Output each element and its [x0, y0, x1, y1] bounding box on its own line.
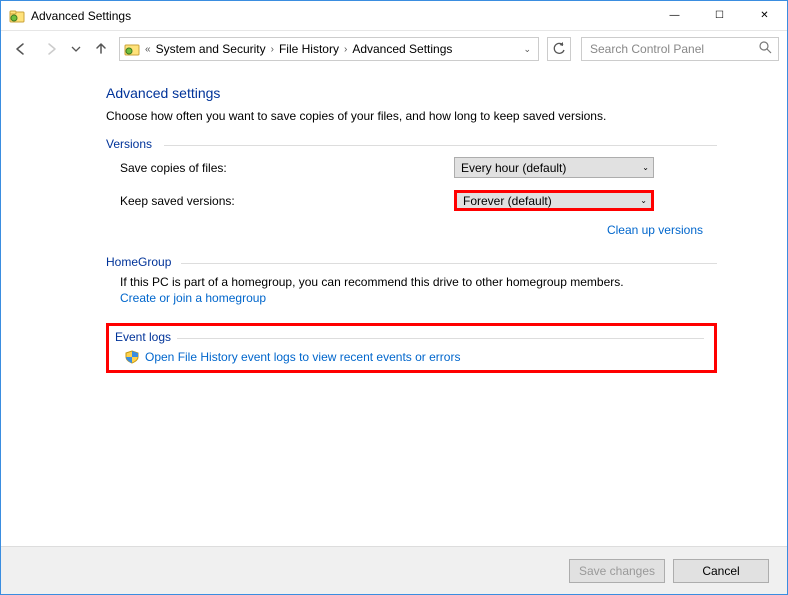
chevron-down-icon: ⌄ — [642, 163, 649, 172]
breadcrumb-segment[interactable]: System and Security — [156, 42, 266, 56]
chevron-right-icon: › — [271, 44, 274, 55]
chevron-left-icon: « — [145, 44, 151, 55]
chevron-right-icon: › — [344, 44, 347, 55]
breadcrumb-segment[interactable]: Advanced Settings — [352, 42, 452, 56]
search-input[interactable] — [588, 41, 772, 57]
breadcrumb-segment[interactable]: File History — [279, 42, 339, 56]
keep-versions-value: Forever (default) — [463, 194, 552, 208]
open-event-logs-link[interactable]: Open File History event logs to view rec… — [145, 350, 460, 364]
event-logs-group: Event logs Open File History event logs … — [106, 323, 717, 373]
homegroup-description: If this PC is part of a homegroup, you c… — [106, 275, 717, 289]
event-logs-header: Event logs — [115, 330, 704, 344]
versions-header: Versions — [106, 137, 717, 151]
save-copies-value: Every hour (default) — [461, 161, 566, 175]
search-icon — [759, 41, 772, 57]
homegroup-header: HomeGroup — [106, 255, 717, 269]
window-title: Advanced Settings — [31, 9, 131, 23]
create-homegroup-link[interactable]: Create or join a homegroup — [106, 291, 717, 305]
control-panel-icon — [124, 41, 140, 57]
page-title: Advanced settings — [106, 85, 717, 101]
chevron-down-icon: ⌄ — [640, 196, 647, 205]
titlebar: Advanced Settings — ☐ ✕ — [1, 1, 787, 31]
back-button[interactable] — [9, 37, 33, 61]
shield-icon — [125, 350, 139, 364]
cleanup-versions-link[interactable]: Clean up versions — [106, 223, 703, 237]
minimize-button[interactable]: — — [652, 1, 697, 30]
search-box[interactable] — [581, 37, 779, 61]
keep-versions-label: Keep saved versions: — [120, 194, 440, 208]
close-button[interactable]: ✕ — [742, 1, 787, 30]
refresh-button[interactable] — [547, 37, 571, 61]
cancel-button[interactable]: Cancel — [673, 559, 769, 583]
chevron-down-icon[interactable]: ⌄ — [523, 44, 531, 55]
forward-button[interactable] — [39, 37, 63, 61]
footer: Save changes Cancel — [1, 546, 787, 594]
save-copies-select[interactable]: Every hour (default) ⌄ — [454, 157, 654, 178]
nav-toolbar: « System and Security › File History › A… — [1, 31, 787, 67]
page-description: Choose how often you want to save copies… — [106, 109, 717, 123]
versions-group: Versions Save copies of files: Every hou… — [106, 137, 717, 237]
content-area: Advanced settings Choose how often you w… — [1, 67, 787, 546]
save-changes-button[interactable]: Save changes — [569, 559, 665, 583]
maximize-button[interactable]: ☐ — [697, 1, 742, 30]
save-copies-label: Save copies of files: — [120, 161, 440, 175]
homegroup-group: HomeGroup If this PC is part of a homegr… — [106, 255, 717, 305]
breadcrumb[interactable]: « System and Security › File History › A… — [119, 37, 539, 61]
recent-locations-dropdown[interactable] — [69, 37, 83, 61]
keep-versions-select[interactable]: Forever (default) ⌄ — [454, 190, 654, 211]
control-panel-icon — [9, 8, 25, 24]
up-button[interactable] — [89, 37, 113, 61]
